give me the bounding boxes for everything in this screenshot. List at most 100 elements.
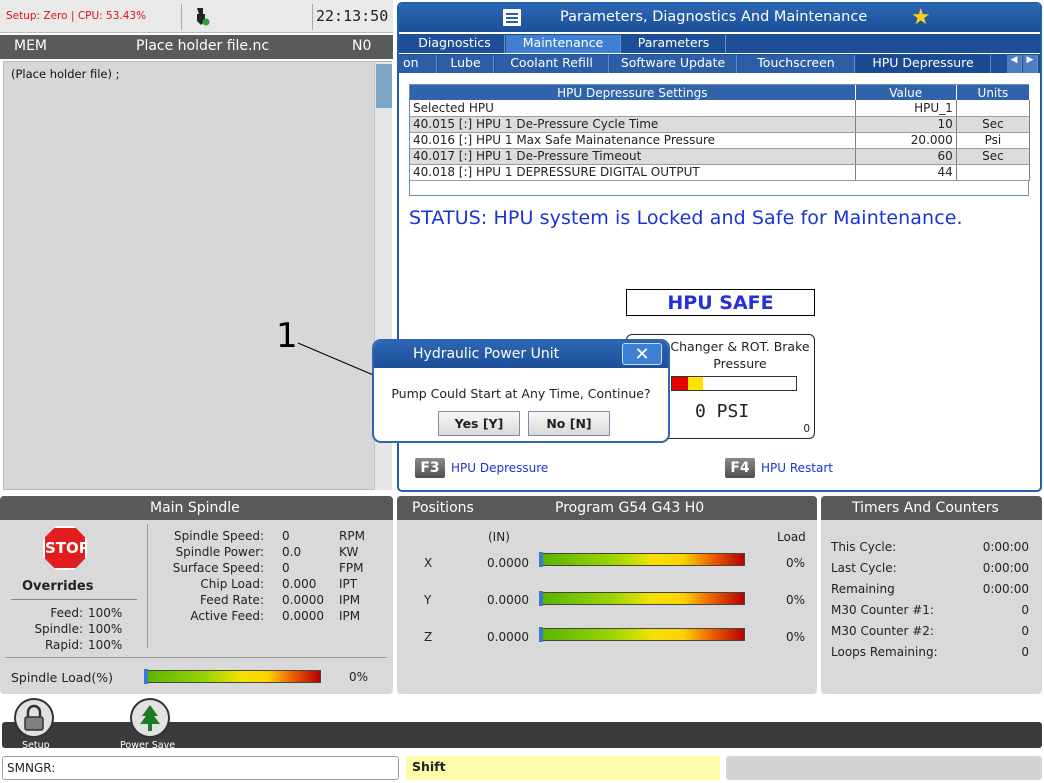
setting-name: 40.016 [:] HPU 1 Max Safe Mainatenance P…	[410, 132, 856, 149]
column-header-units: Units	[956, 85, 1031, 100]
tab-hpu-depressure[interactable]: HPU Depressure	[856, 55, 991, 73]
no-button[interactable]: No [N]	[528, 411, 610, 436]
readout-unit: KW	[339, 545, 359, 559]
tab-diagnostics[interactable]: Diagnostics	[405, 35, 505, 53]
program-file-name: Place holder file.nc	[136, 38, 270, 54]
f3-key[interactable]: F3	[415, 458, 445, 478]
setting-value[interactable]: 20.000	[855, 132, 957, 149]
tab-touchscreen[interactable]: Touchscreen	[738, 55, 855, 73]
axis-label: Y	[424, 593, 432, 607]
pressure-bar	[671, 376, 797, 391]
shift-indicator: Shift	[406, 756, 720, 780]
hpu-safe-indicator: HPU SAFE	[626, 289, 815, 316]
table-row[interactable]: 40.016 [:] HPU 1 Max Safe Mainatenance P…	[410, 132, 1031, 149]
axis-value: 0.0000	[487, 593, 529, 607]
panel-title: Timers And Counters	[852, 500, 999, 516]
readout-value: 0.0000	[282, 593, 324, 607]
tab-maintenance[interactable]: Maintenance	[506, 35, 621, 53]
readout-label: Surface Speed:	[172, 561, 264, 575]
panel-header: Main Spindle	[0, 496, 393, 520]
axis-load: 0%	[786, 556, 806, 570]
f4-key[interactable]: F4	[725, 458, 755, 478]
readout-unit: FPM	[339, 561, 364, 575]
axis-load: 0%	[786, 630, 806, 644]
spindle-load-value: 0%	[349, 670, 369, 684]
table-row[interactable]: 40.017 [:] HPU 1 De-Pressure Timeout 60 …	[410, 148, 1031, 165]
setting-value[interactable]: HPU_1	[855, 100, 957, 117]
f4-hpu-restart-button[interactable]: F4 HPU Restart	[725, 458, 833, 478]
tab-scroll-left-icon[interactable]: ◀	[1007, 55, 1022, 73]
yes-button[interactable]: Yes [Y]	[438, 411, 520, 436]
tab-lube[interactable]: Lube	[438, 55, 494, 73]
program-line[interactable]: (Place holder file) ;	[11, 67, 120, 81]
tab-coolant-refill[interactable]: Coolant Refill	[495, 55, 609, 73]
axis-label: Z	[424, 630, 433, 644]
setting-name: Selected HPU	[410, 100, 856, 117]
setting-value[interactable]: 44	[855, 164, 957, 181]
tab-partial[interactable]: on	[399, 55, 437, 73]
counter-value[interactable]: 0	[1021, 624, 1029, 638]
axis-value: 0.0000	[487, 630, 529, 644]
command-input[interactable]: SMNGR:	[2, 756, 399, 780]
pdm-title-bar: Parameters, Diagnostics And Maintenance …	[399, 4, 1040, 32]
program-n-number: N0	[352, 38, 372, 54]
tab-scroll-right-icon[interactable]: ▶	[1023, 55, 1038, 73]
readout-unit: RPM	[339, 529, 365, 543]
readout-label: Spindle Speed:	[174, 529, 264, 543]
setting-units: Sec	[956, 148, 1031, 165]
f3-label[interactable]: HPU Depressure	[451, 461, 548, 475]
readout-label: Chip Load:	[200, 577, 264, 591]
override-label: Feed:	[50, 606, 83, 620]
readout-label: Spindle Power:	[175, 545, 264, 559]
panel-header: Timers And Counters	[821, 496, 1042, 520]
load-level-marker	[539, 627, 543, 642]
tab-software-update[interactable]: Software Update	[610, 55, 737, 73]
stop-icon[interactable]: STOP	[43, 526, 87, 570]
program-mode: MEM	[14, 38, 48, 54]
main-spindle-panel: Main Spindle STOP Overrides Feed: 100% S…	[0, 496, 393, 694]
column-header-setting: HPU Depressure Settings	[410, 85, 856, 100]
table-row[interactable]: 40.018 [:] HPU 1 DEPRESSURE DIGITAL OUTP…	[410, 164, 1031, 181]
spindle-load-bar	[144, 669, 321, 684]
panel-title[interactable]: Positions	[412, 500, 474, 516]
setup-label[interactable]: Setup	[22, 740, 50, 751]
readout-unit: IPT	[339, 577, 358, 591]
setting-units: Psi	[956, 132, 1031, 149]
setting-units	[956, 100, 1031, 117]
gauge-label-line1: Changer & ROT. Brake	[670, 339, 810, 354]
counter-value[interactable]: 0	[1021, 603, 1029, 617]
usb-icon[interactable]	[192, 6, 210, 28]
menu-icon[interactable]	[503, 9, 521, 26]
f4-label[interactable]: HPU Restart	[761, 461, 833, 475]
setting-value[interactable]: 60	[855, 148, 957, 165]
close-icon[interactable]: ✕	[622, 343, 662, 365]
hpu-confirm-dialog: Hydraulic Power Unit ✕ Pump Could Start …	[372, 339, 670, 443]
position-units: (IN)	[488, 530, 510, 544]
counter-label: Loops Remaining:	[831, 645, 938, 659]
timer-value: 0:00:00	[982, 540, 1029, 554]
panel-header: Positions Program G54 G43 H0	[397, 496, 817, 520]
power-save-label[interactable]: Power Save	[120, 740, 175, 751]
load-level-marker	[539, 591, 543, 606]
hpu-status-text: STATUS: HPU system is Locked and Safe fo…	[409, 207, 963, 229]
readout-value: 0	[282, 561, 290, 575]
overrides-title: Overrides	[22, 579, 94, 594]
setting-units	[956, 164, 1031, 181]
tab-parameters[interactable]: Parameters	[622, 35, 726, 53]
power-save-tree-icon[interactable]	[130, 698, 170, 738]
setting-value[interactable]: 10	[855, 116, 957, 133]
scrollbar-thumb[interactable]	[376, 64, 392, 108]
setting-name: 40.018 [:] HPU 1 DEPRESSURE DIGITAL OUTP…	[410, 164, 856, 181]
readout-label: Active Feed:	[190, 609, 264, 623]
setup-lock-icon[interactable]	[14, 698, 54, 738]
program-editor[interactable]: (Place holder file) ;	[3, 61, 392, 490]
table-row[interactable]: 40.015 [:] HPU 1 De-Pressure Cycle Time …	[410, 116, 1031, 133]
clock: 22:13:50	[316, 7, 389, 25]
program-header: MEM Place holder file.nc N0	[0, 35, 393, 59]
table-row[interactable]: Selected HPU HPU_1	[410, 100, 1031, 117]
divider	[11, 599, 137, 600]
timers-counters-panel: Timers And Counters This Cycle: 0:00:00 …	[821, 496, 1042, 694]
axis-load: 0%	[786, 593, 806, 607]
star-icon[interactable]: ★	[911, 5, 931, 30]
f3-hpu-depressure-button[interactable]: F3 HPU Depressure	[415, 458, 548, 478]
